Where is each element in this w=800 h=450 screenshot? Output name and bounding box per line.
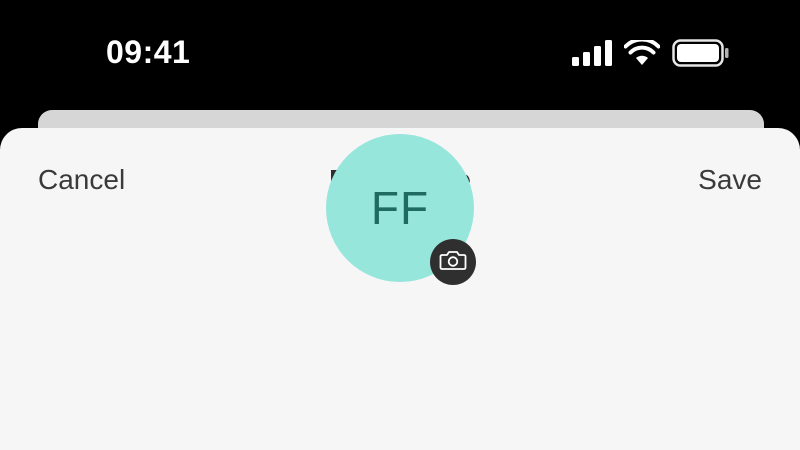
status-icons bbox=[572, 38, 730, 68]
phone-screen: 09:41 Cancel Save FF bbox=[0, 0, 800, 450]
cellular-signal-icon bbox=[572, 40, 612, 66]
wifi-icon bbox=[624, 40, 660, 66]
camera-icon bbox=[439, 249, 467, 276]
status-time: 09:41 bbox=[106, 34, 191, 70]
avatar-initials: FF bbox=[370, 182, 430, 234]
save-button[interactable]: Save bbox=[698, 164, 762, 196]
change-photo-button[interactable] bbox=[430, 239, 476, 285]
status-bar: 09:41 bbox=[0, 0, 800, 105]
battery-icon bbox=[672, 39, 730, 67]
